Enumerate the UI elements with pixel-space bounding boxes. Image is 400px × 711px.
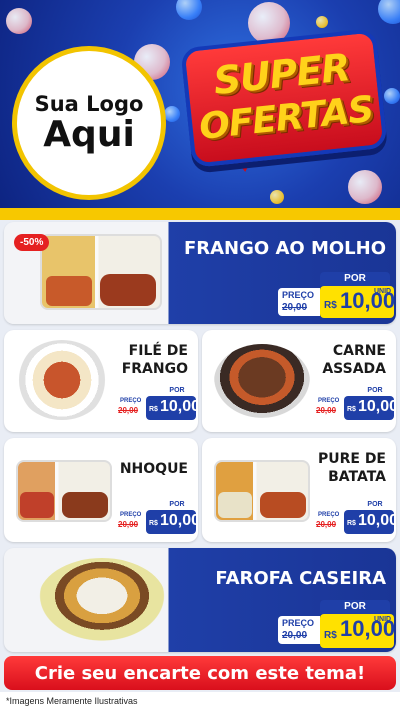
product-name-line2: ASSADA [322,361,386,377]
price-tag: POR PREÇO 20,00 R$ 10,00 [314,500,396,538]
product-name-line1: PURE DE [317,451,386,467]
price-preco-label: PREÇO [318,398,340,404]
product-card-pure-de-batata[interactable]: PURE DE BATATA POR PREÇO 20,00 R$ 10,00 [202,438,396,542]
unit-label: UNID [374,288,392,295]
product-name: FAROFA CASEIRA [215,568,386,589]
product-name-line1: CARNE [332,343,386,359]
logo-placeholder: Sua Logo Aqui [12,46,166,200]
emoji-bubble-icon [270,190,284,204]
heart-bubble-icon [6,8,32,34]
discount-badge: -50% [14,234,50,251]
product-name-line2: FRANGO [121,361,188,377]
product-name-line1: FILÉ DE [128,343,188,359]
logo-text-line2: Aqui [43,113,135,155]
divider-stripe [0,208,400,220]
price-por-label: POR [367,501,383,508]
currency-symbol: R$ [149,406,158,413]
like-bubble-icon [164,106,180,122]
food-image-tray [40,234,162,310]
price-tag: POR PREÇO 20,00 R$ 10,00 [116,500,198,538]
disclaimer-note: *Imagens Meramente Ilustrativas [6,696,138,706]
old-price: 20,00 [282,302,308,313]
product-name: FRANGO AO MOLHO [183,238,386,259]
price-value: 10,00 [358,398,396,415]
food-image-bowl [214,344,310,418]
like-bubble-icon [176,0,202,20]
price-preco-label: PREÇO [318,512,340,518]
product-name: PURE DE BATATA [318,450,386,486]
price-preco-label: PREÇO [282,290,315,300]
unit-label: UNID [374,616,392,623]
currency-symbol: R$ [347,406,356,413]
product-card-carne-assada[interactable]: CARNE ASSADA POR PREÇO 20,00 R$ 10,00 [202,330,396,432]
heart-bubble-icon [348,170,382,204]
product-card-farofa-caseira[interactable]: FAROFA CASEIRA POR PREÇO 20,00 R$ 10,00 … [4,548,396,652]
food-image-plate [16,340,108,420]
currency-symbol: R$ [149,520,158,527]
price-tag: POR PREÇO 20,00 R$ 10,00 UNID [278,600,395,648]
like-bubble-icon [378,0,400,24]
old-price: 20,00 [118,520,139,529]
old-price: 20,00 [316,406,337,415]
price-tag: POR PREÇO 20,00 R$ 10,00 [314,386,396,424]
product-name-line2: BATATA [328,469,386,485]
old-price: 20,00 [282,630,308,641]
cta-banner[interactable]: Crie seu encarte com este tema! [4,656,396,690]
currency-symbol: R$ [324,300,337,311]
old-price: 20,00 [316,520,337,529]
food-image-bowl [38,558,166,642]
price-preco-label: PREÇO [120,512,142,518]
emoji-bubble-icon [316,16,328,28]
food-image-tray [214,460,310,522]
price-tag: POR PREÇO 20,00 R$ 10,00 [116,386,198,424]
price-tag: POR PREÇO 20,00 R$ 10,00 UNID [278,272,395,318]
product-name: CARNE ASSADA [322,342,386,378]
product-name: FILÉ DE FRANGO [122,342,188,378]
price-value: 10,00 [358,512,396,529]
logo-text-line1: Sua Logo [34,91,144,116]
product-card-file-de-frango[interactable]: FILÉ DE FRANGO POR PREÇO 20,00 R$ 10,00 [4,330,198,432]
currency-symbol: R$ [324,630,337,641]
price-por-label: POR [320,600,390,614]
hero-banner: Sua Logo Aqui SUPER OFERTAS [0,0,400,218]
price-preco-label: PREÇO [282,618,315,628]
old-price: 20,00 [118,406,139,415]
product-card-frango-ao-molho[interactable]: -50% FRANGO AO MOLHO POR PREÇO 20,00 R$ … [4,222,396,324]
price-por-label: POR [169,501,185,508]
price-por-label: POR [367,387,383,394]
price-por-label: POR [169,387,185,394]
price-por-label: POR [320,272,390,286]
currency-symbol: R$ [347,520,356,527]
super-ofertas-badge: SUPER OFERTAS [180,28,388,168]
product-name: NHOQUE [119,461,188,477]
price-value: 10,00 [160,398,198,415]
price-value: 10,00 [160,512,198,529]
product-card-nhoque[interactable]: NHOQUE POR PREÇO 20,00 R$ 10,00 [4,438,198,542]
like-bubble-icon [384,88,400,104]
price-preco-label: PREÇO [120,398,142,404]
food-image-tray [16,460,112,522]
